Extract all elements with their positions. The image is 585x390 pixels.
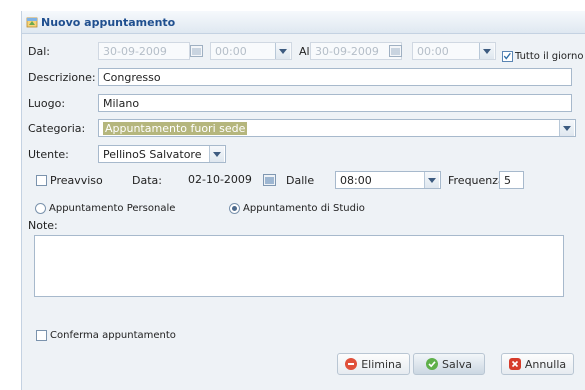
radio-studio-label: Appuntamento di Studio (243, 203, 365, 214)
chevron-down-icon[interactable] (209, 146, 224, 162)
categoria-select[interactable]: Appuntamento fuori sede (98, 119, 576, 137)
categoria-label: Categoria: (28, 122, 86, 135)
calendar-picker-icon[interactable] (389, 45, 402, 57)
dal-date-value: 30-09-2009 (103, 45, 167, 58)
annulla-button[interactable]: Annulla (501, 353, 574, 375)
chevron-down-icon[interactable] (275, 43, 290, 59)
preavviso-label: Preavviso (50, 174, 103, 187)
al-time-field[interactable]: 00:00 (412, 42, 496, 60)
al-label: Al (299, 45, 310, 58)
note-textarea[interactable] (34, 235, 564, 297)
dal-label: Dal: (28, 45, 50, 58)
radio-personale-label: Appuntamento Personale (49, 203, 176, 214)
radio-dot (232, 206, 237, 211)
check-icon (425, 358, 438, 370)
chevron-down-icon[interactable] (479, 43, 494, 59)
chevron-down-icon[interactable] (559, 120, 574, 136)
descrizione-input[interactable]: Congresso (98, 68, 572, 86)
note-label: Note: (28, 219, 58, 232)
elimina-label: Elimina (361, 357, 402, 371)
luogo-input[interactable]: Milano (98, 94, 572, 112)
title-bar: Nuovo appuntamento (22, 11, 585, 34)
data-value: 02-10-2009 (188, 173, 252, 186)
utente-select[interactable]: PellinoS Salvatore (98, 145, 226, 163)
radio-personale[interactable] (35, 203, 46, 214)
dialog-window: Nuovo appuntamento Dal: 30-09-2009 00:00… (21, 11, 585, 390)
dalle-select[interactable]: 08:00 (335, 171, 441, 189)
calendar-picker-icon[interactable] (263, 174, 276, 186)
frequenza-value: 5 (504, 174, 511, 187)
al-time-value: 00:00 (417, 45, 449, 58)
close-icon (508, 358, 521, 370)
delete-icon (345, 358, 358, 370)
annulla-label: Annulla (524, 357, 567, 371)
calendar-picker-icon[interactable] (190, 45, 203, 57)
dal-time-value: 00:00 (215, 45, 247, 58)
tutto-il-giorno-label: Tutto il giorno (515, 51, 584, 62)
utente-label: Utente: (28, 148, 69, 161)
utente-value: PellinoS Salvatore (103, 148, 202, 161)
salva-label: Salva (441, 357, 473, 371)
conferma-checkbox[interactable] (36, 330, 47, 341)
dal-date-field[interactable]: 30-09-2009 (98, 42, 190, 60)
dialog-title: Nuovo appuntamento (41, 16, 176, 29)
frequenza-input[interactable]: 5 (499, 171, 524, 189)
luogo-value: Milano (103, 97, 140, 110)
dal-time-field[interactable]: 00:00 (210, 42, 292, 60)
conferma-label: Conferma appuntamento (50, 330, 176, 341)
tutto-il-giorno-checkbox[interactable] (502, 51, 513, 62)
calendar-icon (26, 17, 38, 28)
radio-studio[interactable] (229, 203, 240, 214)
preavviso-checkbox[interactable] (36, 175, 47, 186)
al-date-value: 30-09-2009 (315, 45, 379, 58)
descrizione-value: Congresso (103, 71, 161, 84)
chevron-down-icon[interactable] (424, 172, 439, 188)
data-label: Data: (132, 174, 162, 187)
data-field[interactable]: 02-10-2009 (184, 171, 261, 189)
luogo-label: Luogo: (28, 97, 66, 110)
salva-button[interactable]: Salva (413, 353, 485, 375)
dalle-value: 08:00 (340, 174, 372, 187)
elimina-button[interactable]: Elimina (337, 353, 410, 375)
descrizione-label: Descrizione: (28, 71, 96, 84)
categoria-value: Appuntamento fuori sede (103, 122, 248, 135)
checkmark-icon (503, 52, 511, 60)
dalle-label: Dalle (286, 174, 315, 187)
